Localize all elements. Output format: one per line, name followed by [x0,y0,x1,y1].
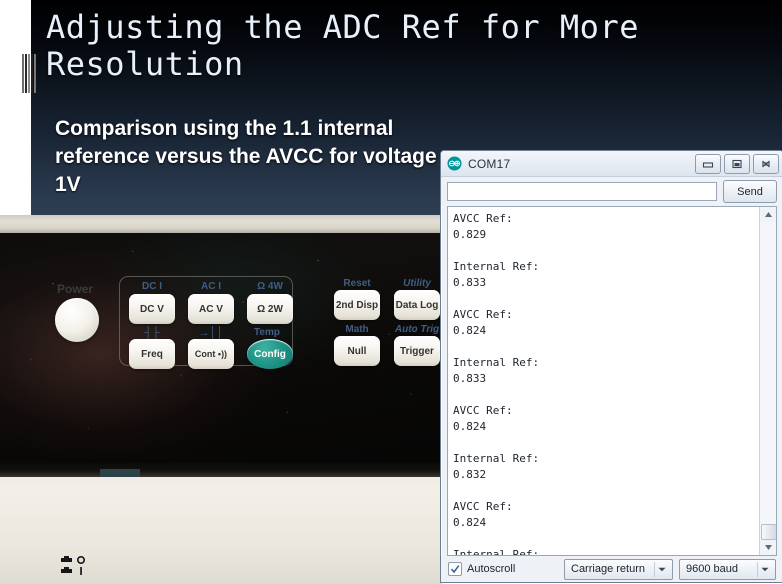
serial-output-area: AVCC Ref: 0.829 Internal Ref: 0.833 AVCC… [447,206,777,556]
checkmark-icon [450,565,460,574]
send-button[interactable]: Send [723,180,777,203]
autoscroll-label: Autoscroll [467,563,516,575]
window-title-bar[interactable]: COM17 [441,151,782,177]
send-input[interactable] [447,182,717,201]
autoscroll-control[interactable]: Autoscroll [448,562,515,576]
config-button[interactable]: Config [247,339,293,369]
trigger-button[interactable]: Trigger [394,336,440,366]
screenshot-root: Adjusting the ADC Ref for More Resolutio… [0,0,782,584]
math-shift-label: Math [345,324,369,335]
scroll-down-arrow-icon[interactable] [760,540,776,555]
maximize-button[interactable] [724,154,750,174]
power-label: Power [57,282,94,296]
arduino-infinity-icon [447,156,462,171]
minimize-button[interactable] [695,154,721,174]
power-button[interactable] [55,298,99,342]
slide-left-margin [0,0,31,215]
slide-tick-decoration [22,54,39,93]
capacitance-shift-label: ┤├ [144,327,160,339]
window-title: COM17 [468,156,511,171]
utility-shift-label: Utility [403,278,431,289]
autoscroll-checkbox[interactable] [448,562,462,576]
baud-rate-dropdown[interactable]: 9600 baud [679,558,776,580]
close-button[interactable] [753,154,779,174]
ohm4w-shift-label: Ω 4W [257,281,283,292]
ohm2w-button[interactable]: Ω 2W [247,294,293,324]
serial-output-text[interactable]: AVCC Ref: 0.829 Internal Ref: 0.833 AVCC… [448,207,759,555]
power-symbol-icon [61,556,85,575]
dcv-button[interactable]: DC V [129,294,175,324]
multimeter-top-edge [0,215,442,233]
acv-button[interactable]: AC V [188,294,234,324]
aci-shift-label: AC I [201,281,221,292]
line-ending-value: Carriage return [571,563,645,575]
null-button[interactable]: Null [334,336,380,366]
data-log-button[interactable]: Data Log [394,290,440,320]
scrollbar-thumb[interactable] [761,524,776,540]
auto-trig-shift-label: Auto Trig [394,324,440,335]
freq-button[interactable]: Freq [129,339,175,369]
output-scrollbar[interactable] [759,207,776,555]
panel-bezel-strip [0,463,442,477]
line-ending-dropdown[interactable]: Carriage return [564,558,673,580]
2nd-disp-button[interactable]: 2nd Disp [334,290,380,320]
chevron-down-icon [757,561,772,577]
dci-shift-label: DC I [142,281,162,292]
chevron-down-icon [654,561,669,577]
slide-subtitle: Comparison using the 1.1 internal refere… [55,117,455,196]
reset-shift-label: Reset [343,278,371,289]
scrollbar-track[interactable] [760,222,776,540]
serial-monitor-window: COM17 Send AVCC Ref: 0.829 Internal Ref:… [440,150,782,583]
send-row: Send [441,177,782,206]
window-controls [695,154,779,174]
cont-button[interactable]: Cont •)) [188,339,234,369]
diode-shift-label: →││ [198,327,224,339]
page-title: Adjusting the ADC Ref for More Resolutio… [46,8,639,83]
serial-monitor-footer: Autoscroll Carriage return 9600 baud [441,556,782,582]
scroll-up-arrow-icon[interactable] [760,207,776,222]
multimeter-photo: Agilent 34410A 6½ Digit Multimeter Hi Z … [0,215,442,584]
baud-rate-value: 9600 baud [686,563,738,575]
temp-shift-label: Temp [254,327,280,338]
